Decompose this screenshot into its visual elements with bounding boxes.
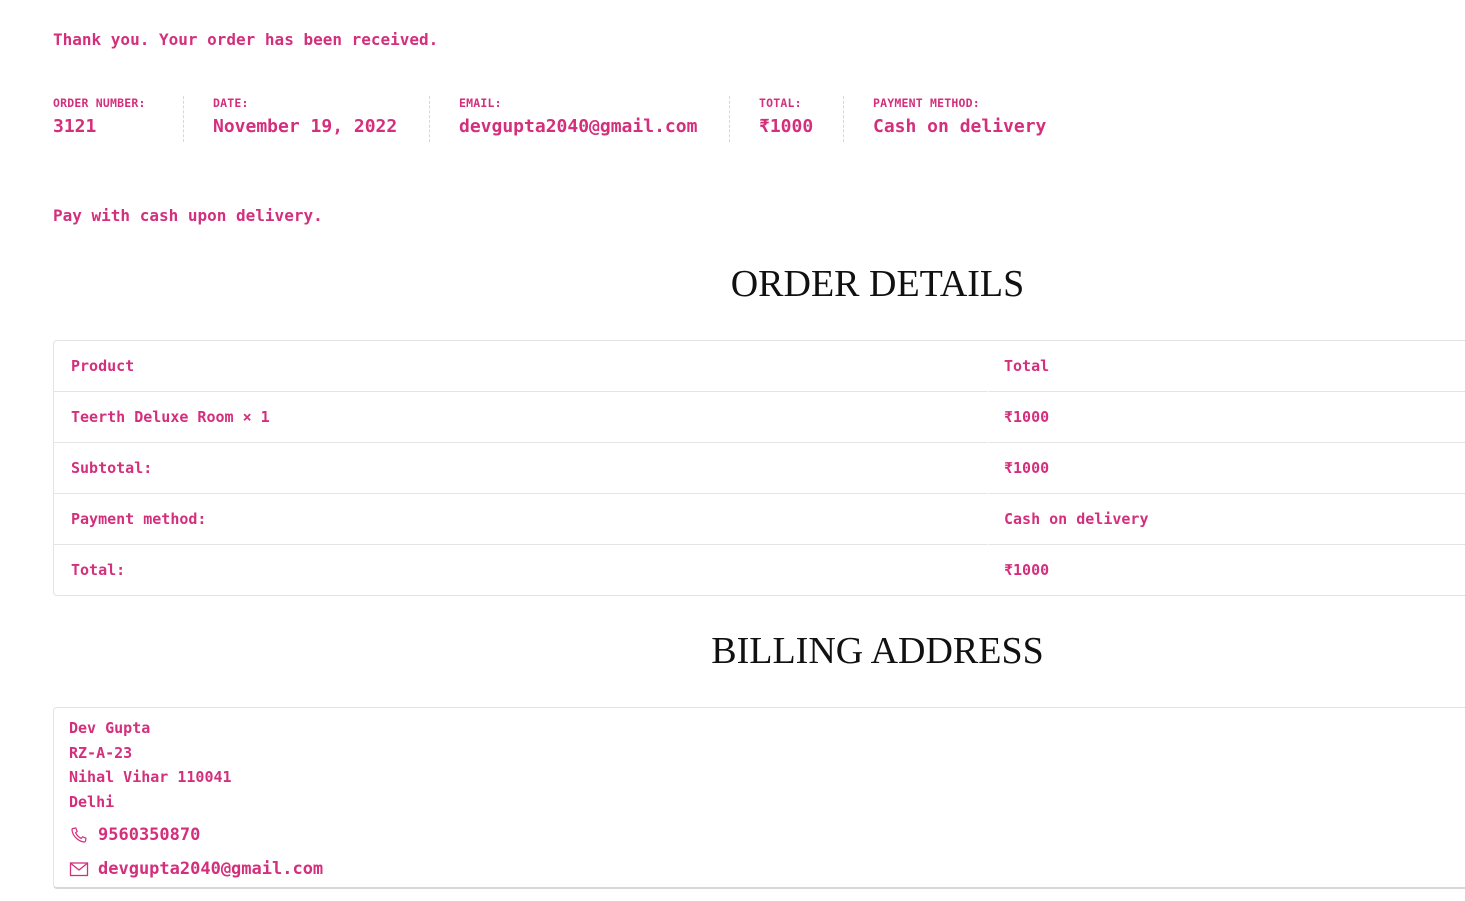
- subtotal-label: Subtotal:: [54, 443, 989, 494]
- overview-value: 3121: [53, 116, 97, 137]
- subtotal-value: ₹1000: [989, 443, 1465, 494]
- order-overview: ORDER NUMBER: 3121 DATE: November 19, 20…: [53, 96, 1104, 142]
- billing-phone-number: 9560350870: [98, 825, 201, 845]
- billing-locality: Nihal Vihar 110041: [69, 768, 232, 786]
- billing-phone: 9560350870: [69, 818, 1465, 852]
- overview-payment-method: PAYMENT METHOD: Cash on delivery: [873, 96, 1075, 142]
- envelope-icon: [69, 859, 89, 879]
- billing-email: devgupta2040@gmail.com: [69, 852, 1465, 886]
- billing-name: Dev Gupta: [69, 719, 151, 737]
- billing-city: Delhi: [69, 792, 115, 811]
- overview-email: EMAIL: devgupta2040@gmail.com: [459, 96, 730, 142]
- table-row: Subtotal: ₹1000: [54, 443, 1465, 494]
- overview-label: ORDER NUMBER:: [53, 96, 146, 110]
- billing-email-address: devgupta2040@gmail.com: [98, 859, 324, 879]
- billing-street: RZ-A-23: [69, 743, 133, 762]
- order-details-heading: ORDER DETAILS: [730, 263, 1025, 305]
- billing-address-box: Dev Gupta RZ-A-23 Nihal Vihar 110041 Del…: [53, 707, 1465, 889]
- table-row: Teerth Deluxe Room × 1 ₹1000: [54, 392, 1465, 443]
- overview-value: November 19, 2022: [213, 116, 398, 137]
- total-value: ₹1000: [1004, 561, 1050, 579]
- overview-label: EMAIL:: [459, 96, 502, 110]
- payment-method-label: Payment method:: [54, 494, 989, 545]
- order-details-table: Product Total Teerth Deluxe Room × 1 ₹10…: [53, 340, 1465, 596]
- order-received-notice: Thank you. Your order has been received.: [53, 30, 439, 49]
- overview-value: ₹1000: [759, 116, 814, 137]
- product-name-cell: Teerth Deluxe Room × 1: [54, 392, 989, 443]
- column-header-total: Total: [989, 341, 1465, 392]
- phone-icon: [69, 825, 89, 845]
- overview-total: TOTAL: ₹1000: [759, 96, 844, 142]
- payment-instructions: Pay with cash upon delivery.: [53, 206, 323, 225]
- overview-label: TOTAL:: [759, 96, 802, 110]
- overview-label: DATE:: [213, 96, 249, 110]
- overview-date: DATE: November 19, 2022: [213, 96, 430, 142]
- table-row: Total: ₹1000: [54, 545, 1465, 595]
- overview-value: Cash on delivery: [873, 116, 1047, 137]
- product-total-cell: ₹1000: [989, 392, 1465, 443]
- overview-value: devgupta2040@gmail.com: [459, 116, 698, 137]
- overview-label: PAYMENT METHOD:: [873, 96, 980, 110]
- payment-method-value: Cash on delivery: [989, 494, 1465, 545]
- overview-order-number: ORDER NUMBER: 3121: [53, 96, 184, 142]
- table-header-row: Product Total: [54, 341, 1465, 392]
- table-row: Payment method: Cash on delivery: [54, 494, 1465, 545]
- total-label: Total:: [54, 545, 989, 595]
- column-header-product: Product: [54, 341, 989, 392]
- billing-address-heading: BILLING ADDRESS: [711, 630, 1044, 672]
